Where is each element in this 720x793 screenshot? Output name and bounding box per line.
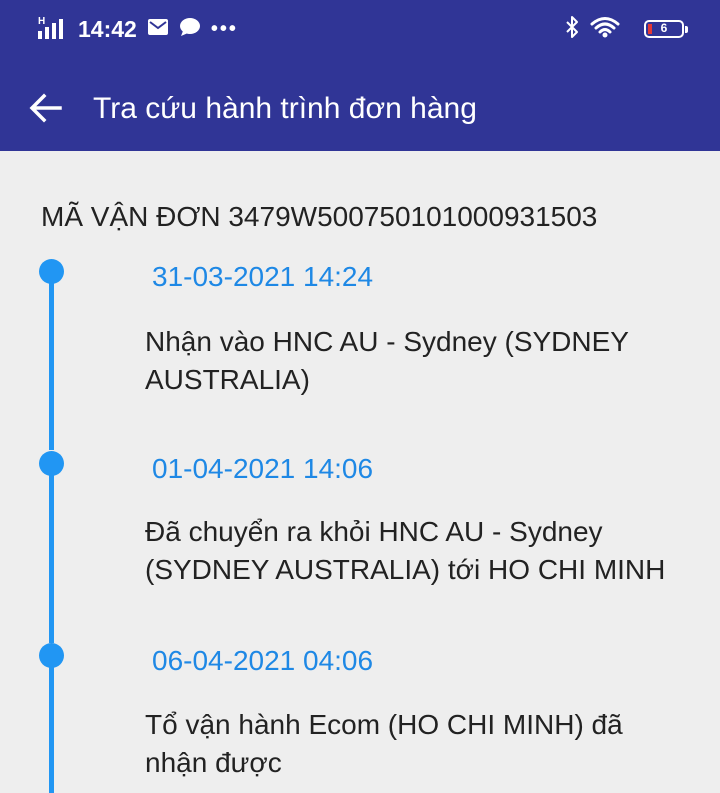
network-type-label: H	[38, 16, 46, 27]
event-description: Nhận vào HNC AU - Sydney (SYDNEY AUSTRAL…	[145, 326, 629, 395]
wifi-icon	[590, 16, 620, 43]
chat-icon	[179, 17, 201, 42]
more-notifications-icon: •••	[210, 17, 238, 40]
top-bar: H 14:42 ••• 6 Tra cứu hành trình đơn hàn…	[0, 0, 720, 151]
event-date: 06-04-2021 04:06	[152, 645, 374, 676]
battery-icon: 6	[644, 20, 688, 38]
event-date: 01-04-2021 14:06	[152, 453, 374, 484]
timeline-line	[49, 659, 54, 793]
mail-icon	[147, 17, 169, 42]
status-time: 14:42	[78, 15, 137, 42]
event-description: Tổ vận hành Ecom (HO CHI MINH) đã nhận đ…	[145, 709, 623, 778]
tracking-number: MÃ VẬN ĐƠN 3479W50075010100093150​3	[41, 201, 598, 232]
event-date: 31-03-2021 14:24	[152, 261, 374, 292]
timeline-line	[49, 467, 54, 643]
bluetooth-icon	[564, 15, 580, 44]
status-bar: H 14:42 ••• 6	[0, 0, 720, 58]
arrow-left-icon	[29, 93, 62, 123]
app-bar: Tra cứu hành trình đơn hàng	[0, 58, 720, 151]
tracking-content[interactable]: MÃ VẬN ĐƠN 3479W50075010100093150​3 31-0…	[0, 151, 720, 793]
timeline-dot	[39, 643, 64, 668]
timeline-dot	[39, 259, 64, 284]
timeline-line	[49, 275, 54, 450]
signal-icon: H	[38, 17, 70, 41]
event-description: Đã chuyển ra khỏi HNC AU - Sydney (SYDNE…	[145, 516, 666, 585]
back-button[interactable]	[24, 86, 68, 130]
timeline-dot	[39, 451, 64, 476]
battery-level: 6	[660, 21, 668, 35]
page-title: Tra cứu hành trình đơn hàng	[93, 92, 477, 125]
